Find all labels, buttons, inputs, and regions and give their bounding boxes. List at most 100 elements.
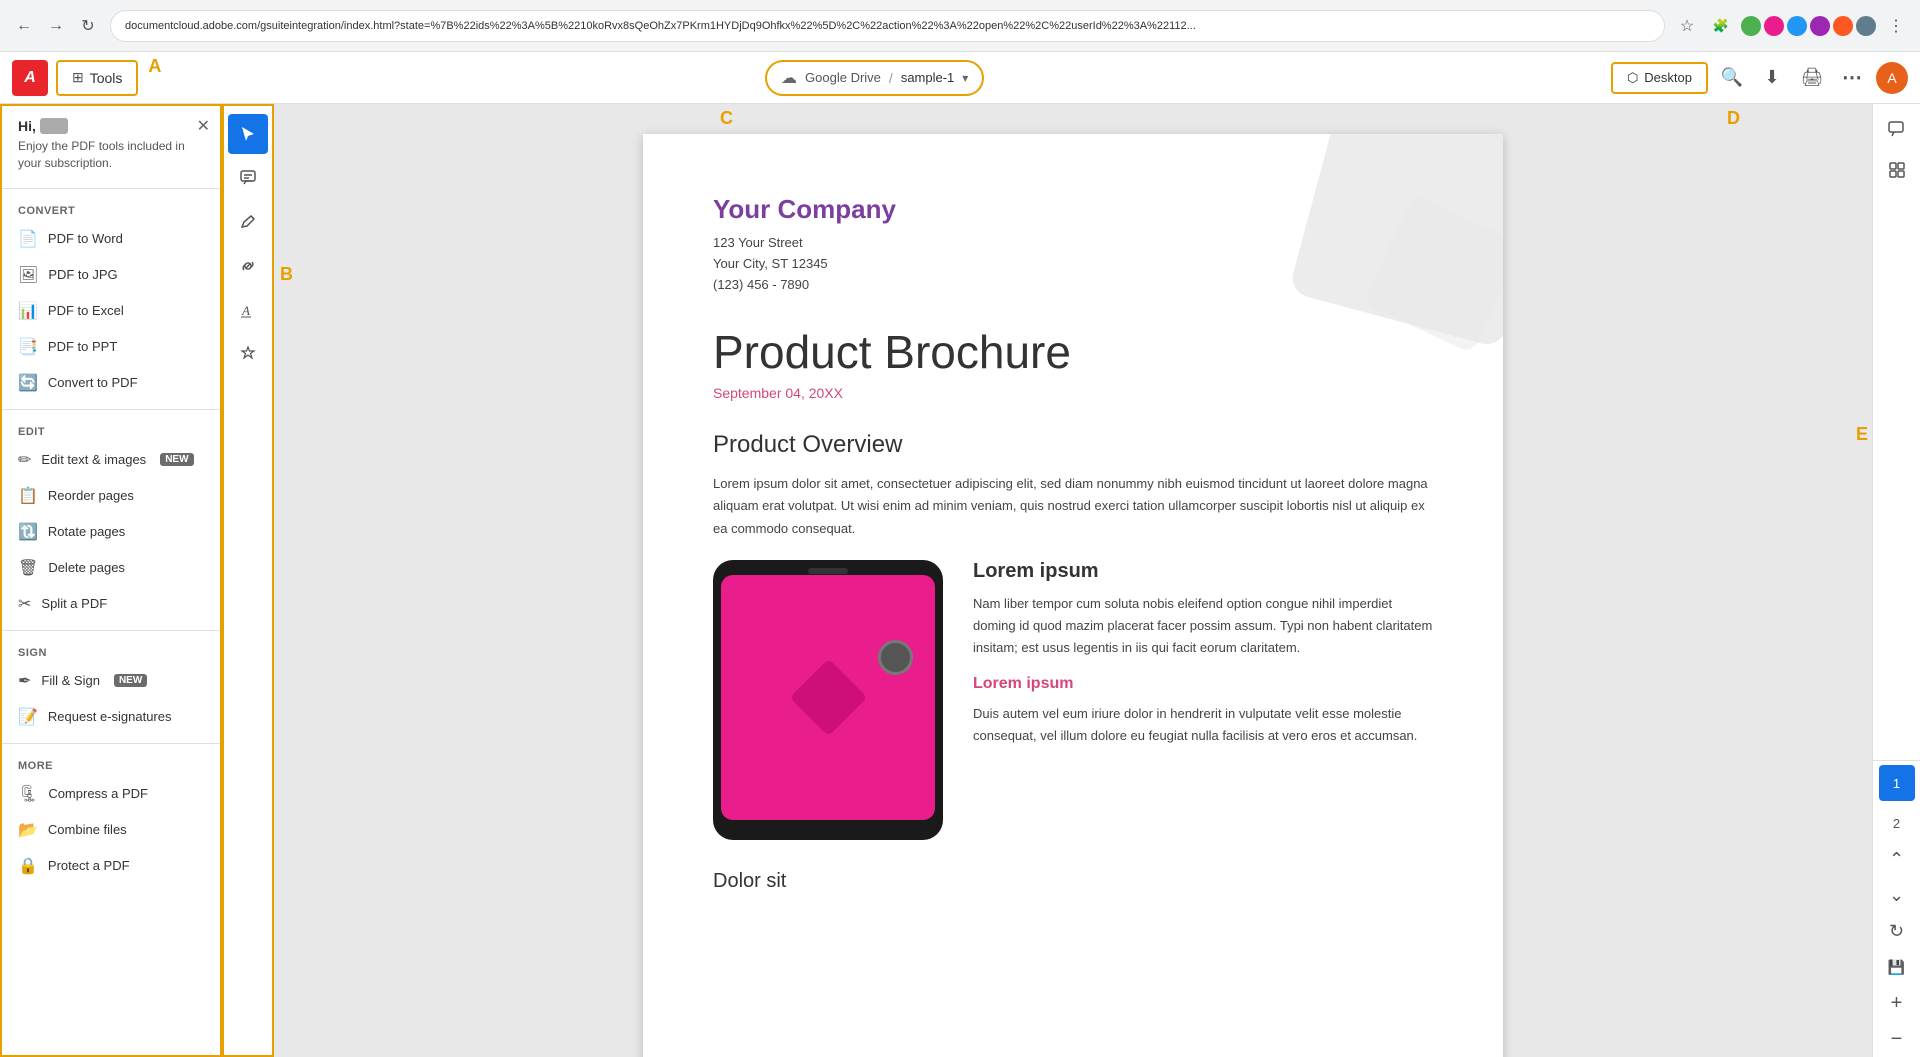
pink-title: Lorem ipsum: [973, 675, 1433, 693]
reorder-icon: 📋: [18, 486, 38, 506]
close-greeting-button[interactable]: ✕: [197, 116, 210, 136]
sidebar-divider-2: [2, 409, 220, 410]
greeting-name-blur: ——: [40, 118, 68, 134]
protect-icon: 🔒: [18, 856, 38, 876]
split-label: Split a PDF: [41, 596, 107, 611]
rotate-icon: 🔃: [18, 522, 38, 542]
sidebar-greeting: Hi, —— Enjoy the PDF tools included in y…: [2, 106, 220, 180]
desktop-button[interactable]: ⬡ Desktop: [1611, 62, 1708, 94]
compress-icon: 🗜: [18, 784, 38, 804]
new-badge-edit: NEW: [160, 453, 193, 466]
sidebar-item-pdf-to-word[interactable]: 📄 PDF to Word: [2, 221, 220, 257]
refresh-view-button[interactable]: ↻: [1879, 913, 1915, 949]
sidebar-divider-4: [2, 743, 220, 744]
pdf-page: Your Company 123 Your Street Your City, …: [643, 134, 1503, 1057]
pdf-viewer[interactable]: Your Company 123 Your Street Your City, …: [274, 104, 1872, 1057]
pdf-to-word-icon: 📄: [18, 229, 38, 249]
download-button[interactable]: ⬇: [1756, 62, 1788, 94]
print-button[interactable]: 🖨: [1796, 62, 1828, 94]
sidebar-item-protect[interactable]: 🔒 Protect a PDF: [2, 848, 220, 884]
page-1-btn[interactable]: 1: [1879, 765, 1915, 801]
edit-text-label: Edit text & images: [41, 452, 146, 467]
profile-avatar[interactable]: A: [1876, 62, 1908, 94]
tools-grid-icon: ⊞: [72, 69, 84, 86]
dolor-title: Dolor sit: [713, 870, 1433, 893]
phone-diamond-logo: [789, 658, 867, 736]
text-tool-button[interactable]: A: [228, 290, 268, 330]
sidebar-item-pdf-to-ppt[interactable]: 📑 PDF to PPT: [2, 329, 220, 365]
forward-button[interactable]: →: [42, 12, 70, 40]
reorder-label: Reorder pages: [48, 488, 134, 503]
annotation-a: A: [148, 56, 161, 77]
annotation-d: D: [1727, 108, 1740, 129]
more-options-button[interactable]: ⋯: [1836, 62, 1868, 94]
sidebar-item-reorder[interactable]: 📋 Reorder pages: [2, 478, 220, 514]
download-page-button[interactable]: 💾: [1879, 949, 1915, 985]
delete-icon: 🗑: [18, 558, 38, 578]
delete-label: Delete pages: [48, 560, 125, 575]
sidebar-item-combine[interactable]: 📂 Combine files: [2, 812, 220, 848]
pdf-title: Product Brochure: [713, 325, 1433, 379]
split-icon: ✂: [18, 594, 31, 614]
fill-sign-icon: ✒: [18, 671, 31, 691]
breadcrumb-sep: /: [889, 70, 893, 86]
file-dropdown-button[interactable]: ▾: [962, 71, 968, 85]
sidebar-item-edit-text[interactable]: ✏ Edit text & images NEW: [2, 442, 220, 478]
svg-text:A: A: [241, 303, 250, 318]
browser-nav-btns: ← → ↻: [10, 12, 102, 40]
bookmark-star-button[interactable]: ☆: [1673, 12, 1701, 40]
sidebar-item-pdf-to-jpg[interactable]: 🖼 PDF to JPG: [2, 257, 220, 293]
search-button[interactable]: 🔍: [1716, 62, 1748, 94]
app-header: A ⊞ Tools A ☁ Google Drive / sample-1 ▾ …: [0, 52, 1920, 104]
drive-label: Google Drive: [805, 70, 881, 85]
tools-tab[interactable]: ⊞ Tools: [56, 60, 138, 96]
convert-to-pdf-icon: 🔄: [18, 373, 38, 393]
protect-label: Protect a PDF: [48, 858, 130, 873]
combine-icon: 📂: [18, 820, 38, 840]
sidebar-item-pdf-to-excel[interactable]: 📊 PDF to Excel: [2, 293, 220, 329]
edit-text-icon: ✏: [18, 450, 31, 470]
back-button[interactable]: ←: [10, 12, 38, 40]
more-browser-button[interactable]: ⋮: [1882, 12, 1910, 40]
sidebar-item-convert-to-pdf[interactable]: 🔄 Convert to PDF: [2, 365, 220, 401]
address-bar[interactable]: documentcloud.adobe.com/gsuiteintegratio…: [110, 10, 1665, 42]
annotation-c: C: [720, 108, 733, 129]
pdf-sidebar-content: Lorem ipsum Nam liber tempor cum soluta …: [973, 560, 1433, 840]
reload-button[interactable]: ↻: [74, 12, 102, 40]
comment-panel-button[interactable]: [1879, 112, 1915, 148]
sub-body-2: Duis autem vel eum iriure dolor in hendr…: [973, 703, 1433, 747]
page-2-btn[interactable]: 2: [1879, 805, 1915, 841]
more-section-label: MORE: [2, 752, 220, 776]
sidebar-item-fill-sign[interactable]: ✒ Fill & Sign NEW: [2, 663, 220, 699]
grid-view-button[interactable]: [1879, 152, 1915, 188]
pdf-to-excel-icon: 📊: [18, 301, 38, 321]
pdf-to-jpg-icon: 🖼: [18, 265, 38, 285]
scroll-up-button[interactable]: ⌃: [1879, 841, 1915, 877]
zoom-in-button[interactable]: +: [1879, 985, 1915, 1021]
adobe-logo: A: [12, 60, 48, 96]
pdf-to-excel-label: PDF to Excel: [48, 303, 124, 318]
sidebar-item-compress[interactable]: 🗜 Compress a PDF: [2, 776, 220, 812]
sidebar-item-delete[interactable]: 🗑 Delete pages: [2, 550, 220, 586]
main-content: Hi, —— Enjoy the PDF tools included in y…: [0, 104, 1920, 1057]
sign-section-label: SIGN: [2, 639, 220, 663]
select-tool-button[interactable]: [228, 114, 268, 154]
pdf-date: September 04, 20XX: [713, 385, 1433, 401]
comment-tool-button[interactable]: [228, 158, 268, 198]
right-toolbar: E 1 2 ⌃ ⌄ ↻ 💾 + −: [1872, 104, 1920, 1057]
draw-tool-button[interactable]: [228, 202, 268, 242]
browser-icons: ☆ 🧩 ⋮: [1673, 12, 1910, 40]
edit-section-label: EDIT: [2, 418, 220, 442]
phone-camera: [878, 640, 913, 675]
link-tool-button[interactable]: [228, 246, 268, 286]
pdf-content-row: Lorem ipsum Nam liber tempor cum soluta …: [713, 560, 1433, 840]
scroll-down-button[interactable]: ⌄: [1879, 877, 1915, 913]
zoom-out-button[interactable]: −: [1879, 1021, 1915, 1057]
sidebar-item-split[interactable]: ✂ Split a PDF: [2, 586, 220, 622]
extensions-button[interactable]: 🧩: [1707, 12, 1735, 40]
sidebar-item-request-esig[interactable]: 📝 Request e-signatures: [2, 699, 220, 735]
pdf-to-ppt-label: PDF to PPT: [48, 339, 117, 354]
stamp-tool-button[interactable]: [228, 334, 268, 374]
sidebar-item-rotate[interactable]: 🔃 Rotate pages: [2, 514, 220, 550]
left-sidebar: Hi, —— Enjoy the PDF tools included in y…: [0, 104, 222, 1057]
